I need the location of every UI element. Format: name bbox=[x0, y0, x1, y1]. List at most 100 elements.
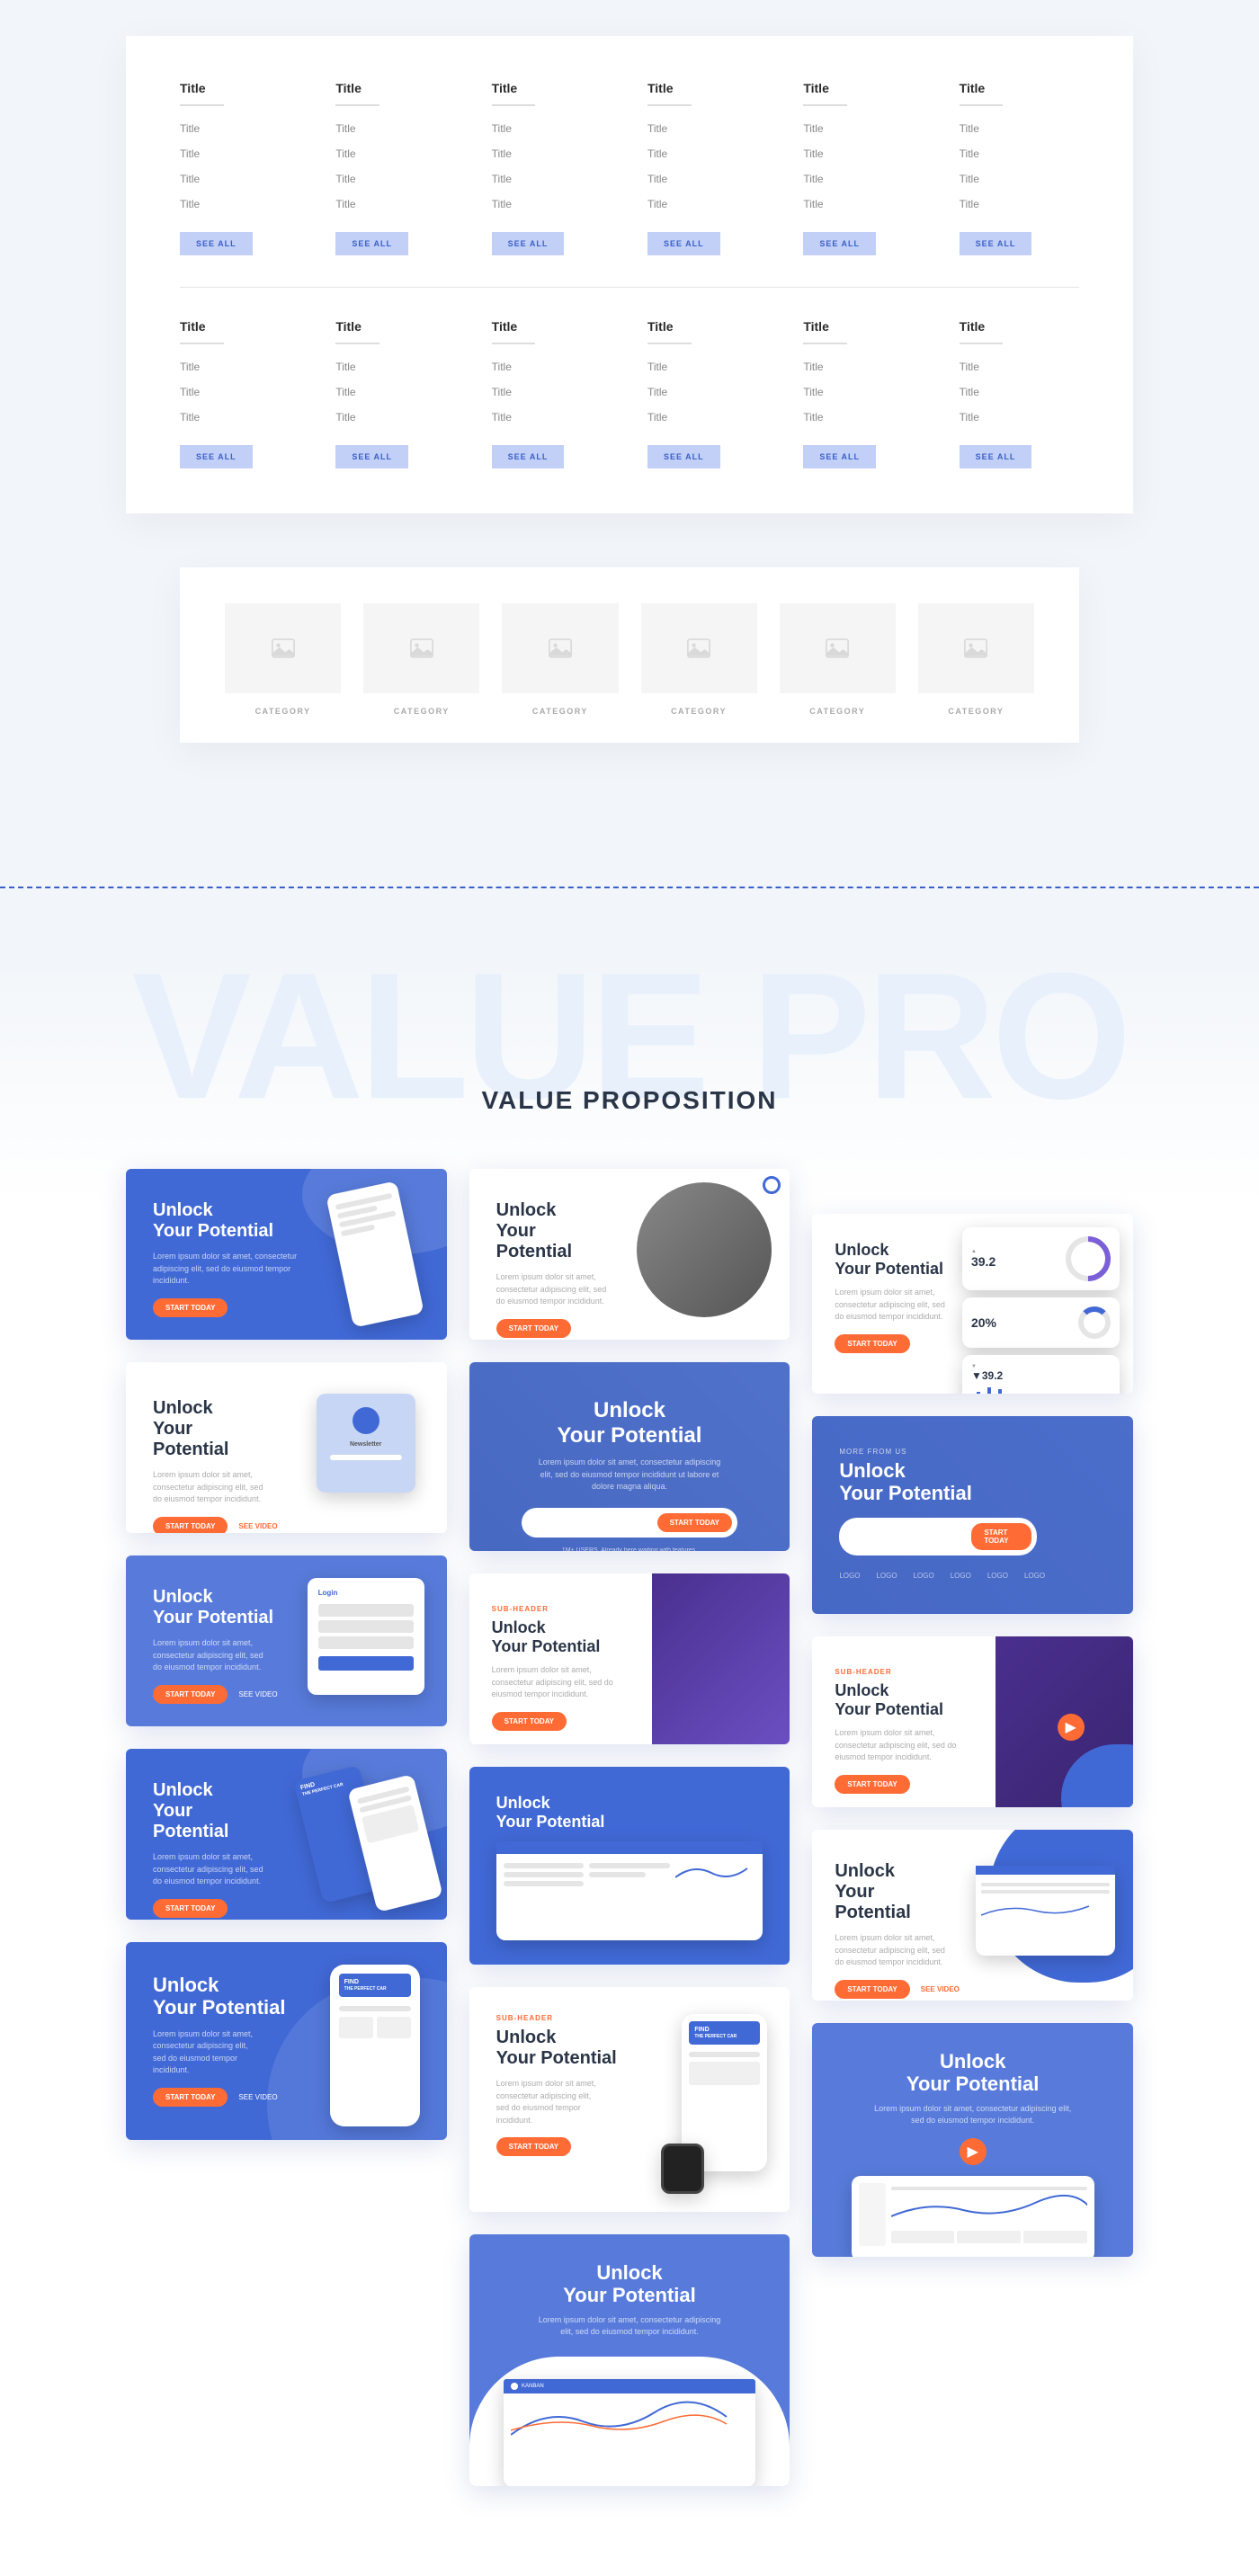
vp-card[interactable]: UnlockYourPotential Lorem ipsum dolor si… bbox=[469, 1169, 790, 1340]
column-item: Title bbox=[492, 147, 612, 160]
vp-card[interactable]: SUB-HEADER UnlockYour Potential Lorem ip… bbox=[469, 1987, 790, 2212]
column: TitleTitleTitleTitleSEE ALL bbox=[803, 319, 923, 468]
category-item[interactable]: CATEGORY bbox=[780, 603, 896, 716]
column-item: Title bbox=[492, 361, 612, 373]
column-header: Title bbox=[803, 81, 847, 106]
donut-chart-icon bbox=[1078, 1306, 1111, 1339]
vp-card[interactable]: UnlockYourPotential Lorem ipsum dolor si… bbox=[812, 1830, 1133, 2001]
column: TitleTitleTitleTitleTitleSEE ALL bbox=[492, 81, 612, 255]
column-item: Title bbox=[492, 386, 612, 398]
category-item[interactable]: CATEGORY bbox=[502, 603, 618, 716]
start-button[interactable]: START TODAY bbox=[835, 1775, 909, 1794]
photo-placeholder bbox=[652, 1573, 790, 1744]
image-icon bbox=[548, 638, 573, 658]
start-button[interactable]: START TODAY bbox=[153, 1517, 228, 1534]
see-all-button[interactable]: SEE ALL bbox=[492, 232, 565, 255]
see-all-button[interactable]: SEE ALL bbox=[803, 232, 876, 255]
see-all-button[interactable]: SEE ALL bbox=[647, 445, 720, 468]
start-button[interactable]: START TODAY bbox=[153, 1899, 228, 1918]
vp-card[interactable]: MORE FROM US UnlockYour Potential START … bbox=[812, 1416, 1133, 1614]
email-pill: START TODAY bbox=[839, 1518, 1037, 1555]
column-header: Title bbox=[960, 81, 1004, 106]
column-item: Title bbox=[647, 122, 767, 135]
stats-panel: ▲39.2 20% ▼▼39.2 bbox=[962, 1227, 1120, 1394]
column-item: Title bbox=[803, 122, 923, 135]
start-button[interactable]: START TODAY bbox=[153, 1685, 228, 1704]
category-item[interactable]: CATEGORY bbox=[641, 603, 757, 716]
vp-heading: UnlockYour Potential bbox=[839, 1459, 1106, 1505]
category-item[interactable]: CATEGORY bbox=[225, 603, 341, 716]
see-all-button[interactable]: SEE ALL bbox=[335, 445, 408, 468]
start-button[interactable]: START TODAY bbox=[657, 1513, 732, 1532]
start-button[interactable]: START TODAY bbox=[835, 1980, 909, 1999]
vp-card[interactable]: UnlockYour Potential Lorem ipsum dolor s… bbox=[812, 2023, 1133, 2257]
categories-grid: CATEGORY CATEGORY CATEGORY CATEGORY CATE… bbox=[225, 603, 1034, 716]
image-icon bbox=[271, 638, 296, 658]
category-image-placeholder bbox=[780, 603, 896, 693]
column-item: Title bbox=[492, 411, 612, 423]
top-section: Title Title Title Title Title SEE ALL Title Ti… bbox=[0, 0, 1259, 815]
start-button[interactable]: START TODAY bbox=[835, 1334, 909, 1353]
vp-text: Lorem ipsum dolor sit amet, consectetur … bbox=[835, 1932, 945, 1969]
email-input[interactable] bbox=[527, 1516, 650, 1529]
see-video-link[interactable]: SEE VIDEO bbox=[921, 1985, 960, 1993]
see-video-link[interactable]: SEE VIDEO bbox=[238, 1690, 277, 1698]
start-button[interactable]: START TODAY bbox=[492, 1712, 567, 1731]
start-button[interactable]: START TODAY bbox=[153, 1298, 228, 1317]
start-button[interactable]: START TODAY bbox=[496, 1319, 571, 1338]
category-label: CATEGORY bbox=[918, 707, 1034, 716]
see-all-button[interactable]: SEE ALL bbox=[803, 445, 876, 468]
vp-card[interactable]: UnlockYour Potential Lorem ipsum dolor s… bbox=[126, 1942, 447, 2140]
vp-text: Lorem ipsum dolor sit amet, consectetur … bbox=[872, 2103, 1072, 2127]
column: TitleTitleTitleTitleSEE ALL bbox=[960, 319, 1079, 468]
sub-header: SUB-HEADER bbox=[835, 1668, 972, 1676]
see-all-button[interactable]: SEE ALL bbox=[647, 232, 720, 255]
column-header: Title bbox=[492, 319, 536, 344]
dashboard-mockup bbox=[976, 1866, 1115, 1956]
vp-card[interactable]: UnlockYourPotential Lorem ipsum dolor si… bbox=[126, 1362, 447, 1533]
column-item: Title bbox=[647, 198, 767, 210]
column-header: Title bbox=[647, 81, 692, 106]
see-all-button[interactable]: SEE ALL bbox=[335, 232, 408, 255]
column: Title Title Title Title SEE ALL bbox=[492, 319, 612, 468]
play-icon[interactable]: ▶ bbox=[1058, 1714, 1085, 1741]
vp-text: Lorem ipsum dolor sit amet, consectetur … bbox=[153, 1469, 272, 1506]
logo-item: LOGO bbox=[914, 1572, 934, 1580]
vp-grid: UnlockYour Potential Lorem ipsum dolor s… bbox=[0, 1169, 1259, 2486]
vp-card[interactable]: UnlockYour Potential Lorem ipsum dolor s… bbox=[126, 1169, 447, 1340]
vp-card[interactable]: UnlockYour Potential Lorem ipsum dolor s… bbox=[469, 1362, 790, 1551]
vp-card[interactable]: SUB-HEADER UnlockYour Potential Lorem ip… bbox=[469, 1573, 790, 1744]
see-video-link[interactable]: SEE VIDEO bbox=[238, 1522, 277, 1530]
vp-card[interactable]: UnlockYour Potential bbox=[469, 1767, 790, 1965]
vp-card[interactable]: UnlockYourPotential Lorem ipsum dolor si… bbox=[126, 1749, 447, 1920]
column-header: Title bbox=[647, 319, 692, 344]
start-button[interactable]: START TODAY bbox=[153, 2088, 228, 2107]
start-button[interactable]: START TODAY bbox=[971, 1523, 1031, 1550]
column-item: Title bbox=[180, 122, 299, 135]
vp-card[interactable]: UnlockYour Potential Lorem ipsum dolor s… bbox=[126, 1555, 447, 1726]
see-all-button[interactable]: SEE ALL bbox=[180, 445, 253, 468]
vp-card[interactable]: UnlockYour Potential Lorem ipsum dolor s… bbox=[469, 2234, 790, 2486]
form-mockup: Login bbox=[308, 1578, 424, 1695]
play-icon[interactable]: ▶ bbox=[960, 2138, 987, 2165]
category-item[interactable]: CATEGORY bbox=[363, 603, 479, 716]
column-item: Title bbox=[180, 411, 299, 423]
see-all-button[interactable]: SEE ALL bbox=[960, 232, 1032, 255]
vp-card[interactable]: SUB-HEADER UnlockYour Potential Lorem ip… bbox=[812, 1636, 1133, 1807]
category-label: CATEGORY bbox=[502, 707, 618, 716]
email-input[interactable] bbox=[844, 1530, 964, 1543]
start-button[interactable]: START TODAY bbox=[496, 2137, 571, 2156]
column-item: Title bbox=[335, 122, 455, 135]
vp-column-right: UnlockYour Potential Lorem ipsum dolor s… bbox=[812, 1214, 1133, 2486]
vp-heading: UnlockYour Potential bbox=[496, 2261, 763, 2307]
column-item: Title bbox=[335, 173, 455, 185]
see-all-button[interactable]: SEE ALL bbox=[180, 232, 253, 255]
column-item: Title bbox=[960, 411, 1079, 423]
column-item: Title bbox=[335, 361, 455, 373]
vp-card[interactable]: UnlockYour Potential Lorem ipsum dolor s… bbox=[812, 1214, 1133, 1394]
see-all-button[interactable]: SEE ALL bbox=[492, 445, 565, 468]
category-item[interactable]: CATEGORY bbox=[918, 603, 1034, 716]
vp-heading: UnlockYour Potential bbox=[496, 1794, 763, 1831]
category-label: CATEGORY bbox=[225, 707, 341, 716]
see-all-button[interactable]: SEE ALL bbox=[960, 445, 1032, 468]
